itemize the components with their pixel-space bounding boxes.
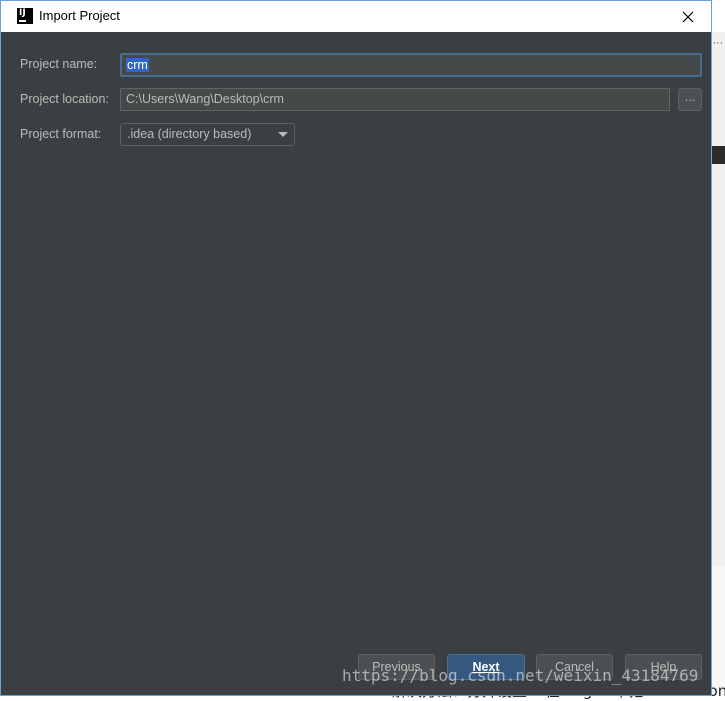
project-name-label: Project name:: [20, 57, 98, 71]
browse-button[interactable]: ...: [678, 88, 702, 111]
chevron-down-icon: [278, 132, 288, 137]
project-format-label: Project format:: [20, 127, 102, 141]
background-more-icon: ⋯: [713, 38, 723, 49]
help-button[interactable]: Help: [625, 654, 702, 680]
project-name-value: crm: [126, 58, 149, 72]
background-dark-tab: [712, 146, 725, 164]
project-location-row: Project location: C:\Users\Wang\Desktop\…: [20, 88, 702, 112]
intellij-icon: IJ: [17, 8, 33, 24]
next-button[interactable]: Next: [447, 654, 525, 680]
import-project-dialog: IJ Import Project Project name: crm Proj…: [0, 0, 712, 696]
previous-button[interactable]: Previous: [358, 654, 435, 680]
project-format-value: .idea (directory based): [127, 127, 252, 141]
close-button[interactable]: [665, 1, 711, 32]
window-title: Import Project: [39, 8, 120, 23]
project-name-input[interactable]: crm: [120, 53, 702, 77]
project-location-input[interactable]: C:\Users\Wang\Desktop\crm: [120, 88, 670, 111]
project-name-row: Project name: crm: [20, 53, 702, 77]
project-format-select[interactable]: .idea (directory based): [120, 123, 295, 146]
project-location-label: Project location:: [20, 92, 109, 106]
dialog-content: Project name: crm Project location: C:\U…: [1, 32, 711, 695]
cancel-button[interactable]: Cancel: [536, 654, 613, 680]
close-icon: [682, 11, 694, 22]
project-format-row: Project format: .idea (directory based): [20, 123, 702, 147]
title-bar: IJ Import Project: [1, 1, 711, 32]
